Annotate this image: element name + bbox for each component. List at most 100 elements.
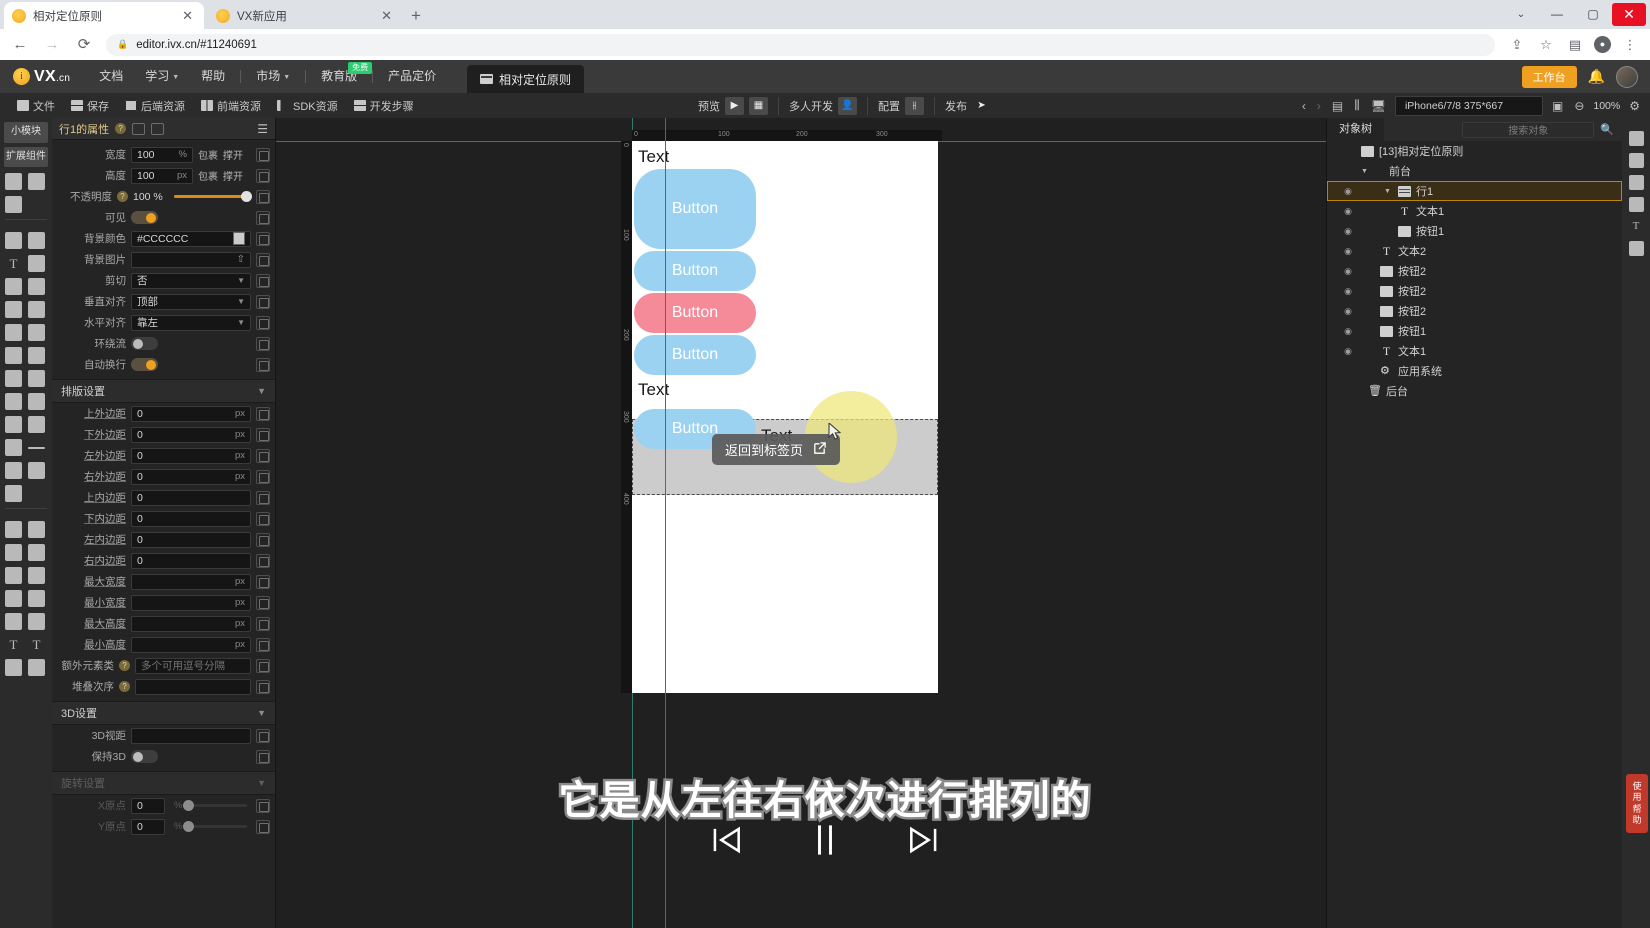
- canvas-button-3[interactable]: Button: [634, 293, 756, 333]
- valign-select[interactable]: 顶部 ▼: [131, 293, 251, 310]
- map-icon[interactable]: [28, 544, 45, 561]
- padding-right-input[interactable]: [131, 552, 251, 569]
- new-tab-button[interactable]: +: [405, 5, 427, 27]
- tree-node-row1[interactable]: ◉ ▼ 行1: [1327, 181, 1622, 201]
- button-icon[interactable]: [28, 278, 45, 295]
- tree-node-app[interactable]: [13]相对定位原则: [1327, 141, 1622, 161]
- height-input[interactable]: px: [131, 167, 193, 184]
- nav-item-help[interactable]: 帮助: [190, 60, 236, 93]
- address-bar[interactable]: 🔒 editor.ivx.cn/#11240691: [106, 33, 1495, 56]
- audio-icon[interactable]: [5, 301, 22, 318]
- copy-icon[interactable]: [256, 357, 270, 372]
- next-page-icon[interactable]: ›: [1315, 99, 1323, 113]
- eye-icon[interactable]: ◉: [1341, 206, 1355, 217]
- threed-icon[interactable]: [28, 613, 45, 630]
- font-icon[interactable]: T: [1629, 219, 1644, 234]
- next-button[interactable]: [905, 821, 943, 864]
- tree-node-frontend[interactable]: ▼ 前台: [1327, 161, 1622, 181]
- menu-icon[interactable]: ☰: [257, 123, 268, 135]
- data-icon[interactable]: [1628, 175, 1644, 190]
- tree-node-app-system[interactable]: ⚙ 应用系统: [1327, 361, 1622, 381]
- copy-icon[interactable]: [256, 189, 270, 204]
- max-height-input[interactable]: px: [131, 615, 251, 632]
- badge-icon[interactable]: [5, 613, 22, 630]
- chart-icon[interactable]: [28, 462, 45, 479]
- toolbar-dev-steps[interactable]: 开发步骤: [346, 98, 422, 114]
- distribute-icon[interactable]: ⫼: [1352, 98, 1362, 113]
- toolbar-save[interactable]: 保存: [63, 98, 117, 114]
- padding-left-input[interactable]: [131, 531, 251, 548]
- copy-icon[interactable]: [256, 469, 270, 484]
- tag-icon[interactable]: [28, 567, 45, 584]
- nav-item-learn[interactable]: 学习 ▼: [134, 60, 190, 93]
- padding-top-input[interactable]: [131, 489, 251, 506]
- wrap-toggle[interactable]: [131, 358, 158, 371]
- copy-icon[interactable]: [256, 210, 270, 225]
- config-icon[interactable]: ⫲: [905, 96, 924, 115]
- tree-node-text1-b[interactable]: ◉ T 文本1: [1327, 341, 1622, 361]
- min-width-input[interactable]: px: [131, 594, 251, 611]
- browser-tab-1[interactable]: VX新应用 ✕: [208, 2, 403, 29]
- minimize-button[interactable]: —: [1540, 3, 1574, 26]
- tab-object-tree[interactable]: 对象树: [1327, 118, 1384, 141]
- copy-icon[interactable]: [256, 490, 270, 505]
- form-icon[interactable]: [5, 393, 22, 410]
- slider-icon[interactable]: [5, 485, 22, 502]
- visible-toggle[interactable]: [131, 211, 158, 224]
- copy-icon[interactable]: [256, 336, 270, 351]
- copy-icon[interactable]: [256, 679, 270, 694]
- tree-node-button2-c[interactable]: ◉ 按钮2: [1327, 301, 1622, 321]
- collab-icon[interactable]: 👤: [838, 96, 857, 115]
- bgcolor-input[interactable]: [131, 230, 251, 247]
- copy-icon[interactable]: [256, 574, 270, 589]
- toolbar-sdk-resource[interactable]: SDK资源: [269, 98, 346, 114]
- image-icon[interactable]: [5, 232, 22, 249]
- qr-code-icon[interactable]: ▦: [749, 96, 768, 115]
- help-icon[interactable]: ?: [119, 660, 130, 671]
- assets-icon[interactable]: [1628, 241, 1644, 256]
- edit-icon[interactable]: [5, 278, 22, 295]
- row-icon[interactable]: [28, 173, 45, 190]
- nav-item-education[interactable]: 教育版 免费: [310, 60, 373, 93]
- height-wrap-button[interactable]: 包裹: [198, 168, 218, 183]
- copy-icon[interactable]: [256, 294, 270, 309]
- publish-icon[interactable]: ➤: [972, 97, 991, 115]
- zindex-input[interactable]: [135, 678, 251, 695]
- bell-icon[interactable]: 🔔: [1588, 68, 1605, 85]
- bookmark-star-icon[interactable]: ☆: [1536, 35, 1556, 55]
- tree-node-backend[interactable]: 🗑 后台: [1327, 381, 1622, 401]
- canvas-button-2[interactable]: Button: [634, 251, 756, 291]
- copy-icon[interactable]: [256, 728, 270, 743]
- window-close-button[interactable]: ✕: [1612, 3, 1646, 26]
- share-icon[interactable]: ⇪: [1507, 35, 1527, 55]
- max-width-input[interactable]: px: [131, 573, 251, 590]
- copy-icon[interactable]: [256, 658, 270, 673]
- canvas-button-1[interactable]: Button: [634, 169, 756, 249]
- gear-icon[interactable]: ⚙: [1627, 99, 1642, 113]
- ring-toggle[interactable]: [131, 337, 158, 350]
- clip-select[interactable]: 否 ▼: [131, 272, 251, 289]
- object-search-input[interactable]: 搜索对象: [1462, 121, 1595, 138]
- workbench-button[interactable]: 工作台: [1521, 65, 1577, 88]
- zoom-out-icon[interactable]: ⊖: [1572, 99, 1586, 113]
- panel-icon[interactable]: [28, 370, 45, 387]
- 3d-distance-input[interactable]: [131, 727, 251, 744]
- copy-icon[interactable]: [256, 406, 270, 421]
- eye-icon[interactable]: ◉: [1341, 306, 1355, 317]
- line-icon[interactable]: [28, 447, 45, 449]
- project-tab[interactable]: 相对定位原则: [467, 65, 585, 93]
- tree-icon[interactable]: [28, 590, 45, 607]
- eye-icon[interactable]: ◉: [1341, 326, 1355, 337]
- halign-select[interactable]: 靠左 ▼: [131, 314, 251, 331]
- prev-page-icon[interactable]: ‹: [1300, 99, 1308, 113]
- eye-icon[interactable]: ◉: [1341, 346, 1355, 357]
- ivx-logo[interactable]: VX.cn: [13, 68, 70, 86]
- edit-icon[interactable]: [132, 122, 146, 135]
- gallery-icon[interactable]: [5, 324, 22, 341]
- tree-node-button2-b[interactable]: ◉ 按钮2: [1327, 281, 1622, 301]
- margin-right-input[interactable]: px: [131, 468, 251, 485]
- eye-icon[interactable]: ◉: [1341, 286, 1355, 297]
- shuffle-icon[interactable]: [28, 393, 45, 410]
- copy-icon[interactable]: [256, 511, 270, 526]
- copy-icon[interactable]: [256, 147, 270, 162]
